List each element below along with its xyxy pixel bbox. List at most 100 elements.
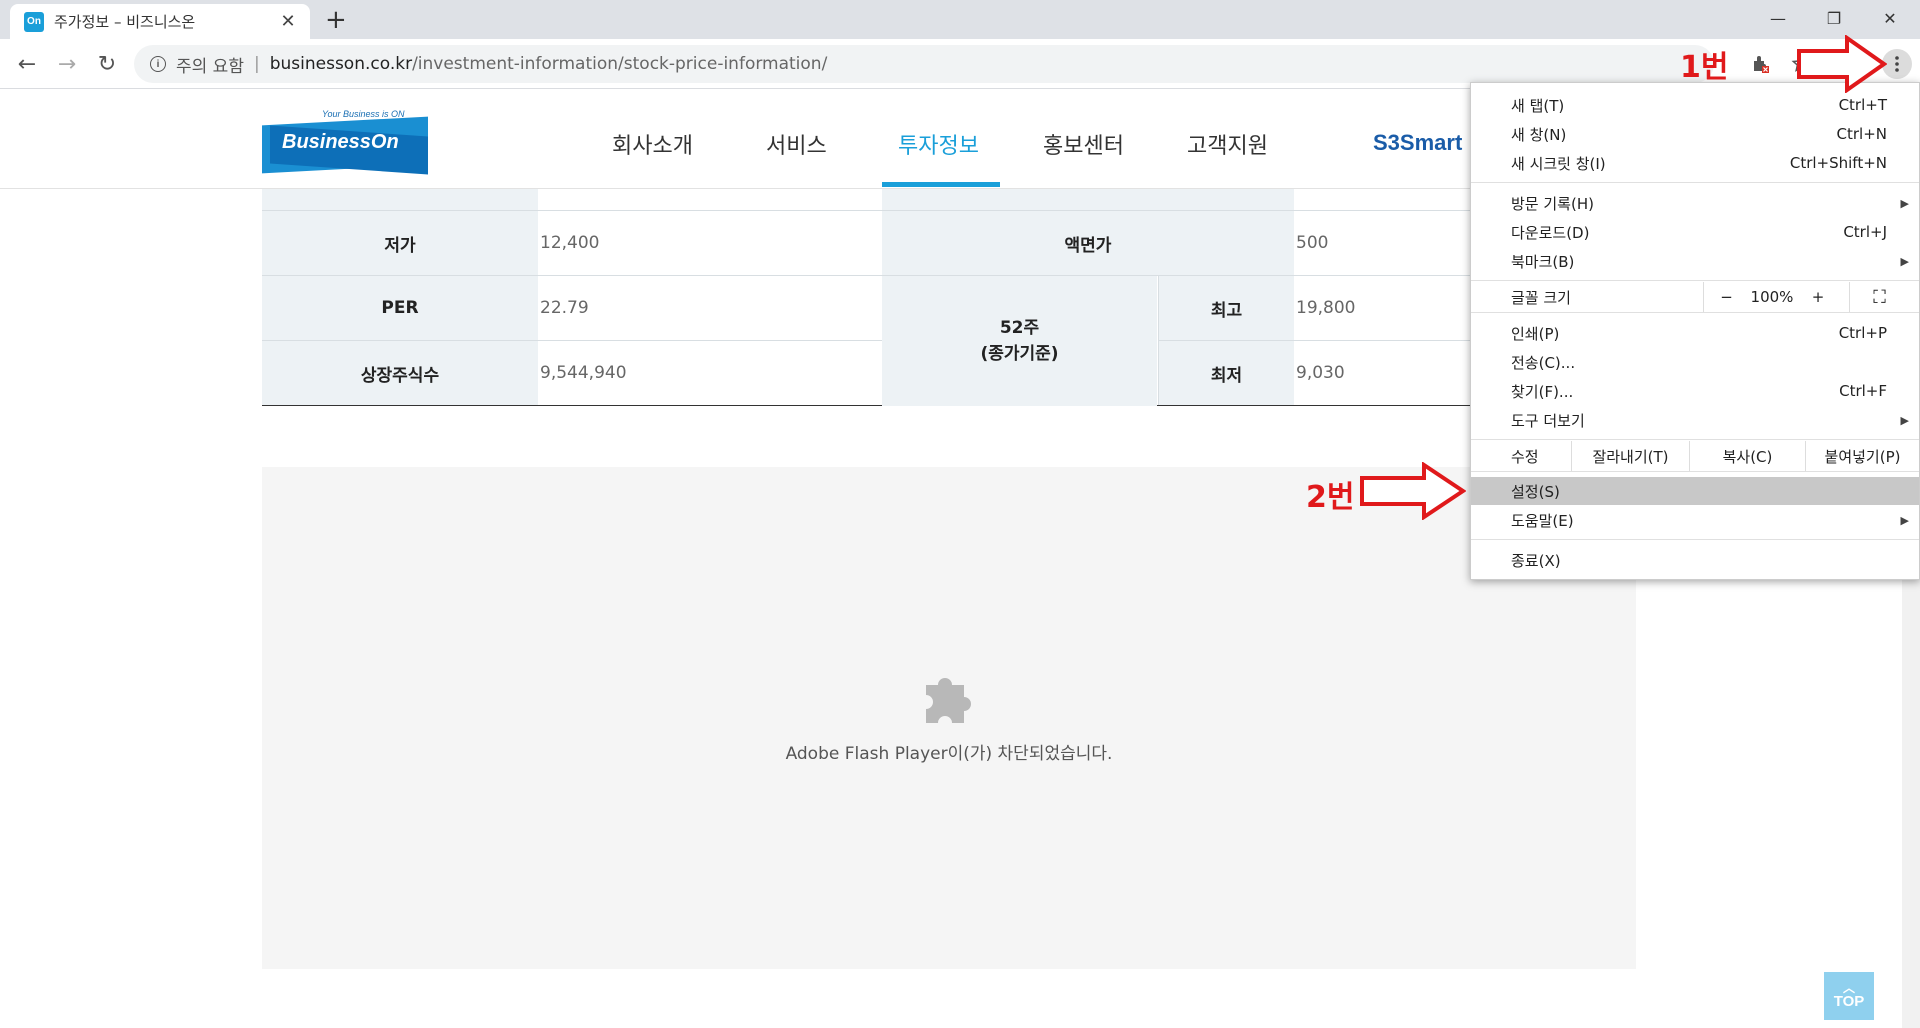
- table-header-cell: [262, 189, 538, 211]
- menu-item-new-tab[interactable]: 새 탭(T) Ctrl+T: [1471, 91, 1919, 119]
- per-label: PER: [262, 276, 538, 340]
- menu-separator: [1471, 439, 1919, 440]
- menu-item-label: 찾기(F)...: [1511, 382, 1574, 401]
- low-price-value: 12,400: [540, 233, 600, 253]
- week52-label-line1: 52주: [999, 318, 1040, 338]
- menu-item-settings[interactable]: 설정(S): [1471, 477, 1919, 505]
- menu-shortcut: Ctrl+Shift+N: [1789, 154, 1887, 172]
- minimize-button[interactable]: —: [1752, 0, 1804, 36]
- week52-label: 52주 (종가기준): [882, 276, 1157, 406]
- step1-annotation-label: 1번: [1680, 50, 1729, 85]
- stock-info-table: 저가 12,400 액면가 500 PER 22.79 52주 (종가기준) 최…: [262, 189, 1636, 406]
- submenu-arrow-icon: ▶: [1900, 413, 1909, 427]
- gnb-item-pr[interactable]: 홍보센터: [1043, 128, 1124, 160]
- menu-item-label: 방문 기록(H): [1511, 194, 1594, 213]
- new-tab-button[interactable]: +: [325, 6, 347, 34]
- menu-item-bookmarks[interactable]: 북마크(B) ▶: [1471, 247, 1919, 275]
- menu-item-incognito[interactable]: 새 시크릿 창(I) Ctrl+Shift+N: [1471, 149, 1919, 177]
- menu-item-cast[interactable]: 전송(C)...: [1471, 348, 1919, 376]
- reload-button[interactable]: ↻: [90, 47, 124, 81]
- submenu-arrow-icon: ▶: [1900, 513, 1909, 527]
- url-path: /investment-information/stock-price-info…: [412, 54, 828, 74]
- menu-item-downloads[interactable]: 다운로드(D) Ctrl+J: [1471, 218, 1919, 246]
- listed-shares-label: 상장주식수: [262, 341, 538, 405]
- week52-low-label: 최저: [1158, 341, 1294, 405]
- menu-item-print[interactable]: 인쇄(P) Ctrl+P: [1471, 319, 1919, 347]
- menu-item-more-tools[interactable]: 도구 더보기 ▶: [1471, 406, 1919, 434]
- paste-button[interactable]: 붙여넣기(P): [1805, 441, 1919, 471]
- zoom-level: 100%: [1750, 288, 1794, 306]
- menu-item-label: 도구 더보기: [1511, 411, 1585, 430]
- menu-separator: [1471, 312, 1919, 313]
- step1-arrow-icon: [1797, 35, 1887, 93]
- gnb-item-service[interactable]: 서비스: [766, 128, 827, 160]
- menu-item-label: 새 시크릿 창(I): [1511, 154, 1606, 173]
- gnb-item-company[interactable]: 회사소개: [612, 128, 693, 160]
- info-icon[interactable]: i: [150, 56, 166, 72]
- submenu-arrow-icon: ▶: [1900, 254, 1909, 268]
- menu-separator: [1471, 471, 1919, 472]
- menu-item-zoom: 글꼴 크기 − 100% + ⛶: [1471, 282, 1919, 312]
- menu-shortcut: Ctrl+P: [1838, 324, 1887, 342]
- tab-title: 주가정보 – 비즈니스온: [54, 13, 196, 31]
- flash-blocked-message: Adobe Flash Player이(가) 차단되었습니다.: [785, 744, 1113, 764]
- table-header-cell: [882, 189, 1294, 211]
- businesson-logo[interactable]: Your Business is ON BusinessOn: [262, 109, 428, 175]
- face-value-label: 액면가: [882, 211, 1294, 275]
- favicon-icon: On: [24, 11, 44, 32]
- security-label[interactable]: 주의 요함: [176, 52, 244, 77]
- menu-item-label: 새 탭(T): [1511, 96, 1565, 115]
- window-close-button[interactable]: ✕: [1864, 0, 1916, 36]
- menu-item-edit: 수정 잘라내기(T) 복사(C) 붙여넣기(P): [1471, 441, 1919, 471]
- flash-plugin-placeholder[interactable]: Adobe Flash Player이(가) 차단되었습니다.: [262, 467, 1636, 969]
- zoom-out-button[interactable]: −: [1703, 282, 1749, 312]
- scroll-top-button[interactable]: ︿ TOP: [1824, 972, 1874, 1020]
- copy-button[interactable]: 복사(C): [1689, 441, 1805, 471]
- menu-item-find[interactable]: 찾기(F)... Ctrl+F: [1471, 377, 1919, 405]
- menu-separator: [1471, 280, 1919, 281]
- tab-close-icon[interactable]: ✕: [278, 11, 298, 32]
- menu-item-label: 도움말(E): [1511, 511, 1574, 530]
- menu-item-help[interactable]: 도움말(E) ▶: [1471, 506, 1919, 534]
- plugin-puzzle-icon: [926, 678, 971, 723]
- zoom-in-button[interactable]: +: [1795, 282, 1841, 312]
- extension-blocked-icon[interactable]: [1750, 53, 1772, 75]
- week52-high-label: 최고: [1158, 276, 1294, 340]
- gnb-item-support[interactable]: 고객지원: [1187, 128, 1268, 160]
- tab-strip: On 주가정보 – 비즈니스온 ✕ + — ❐ ✕: [0, 0, 1920, 39]
- submenu-arrow-icon: ▶: [1900, 196, 1909, 210]
- cut-button[interactable]: 잘라내기(T): [1571, 441, 1689, 471]
- gnb-item-investment[interactable]: 투자정보: [898, 128, 979, 160]
- menu-shortcut: Ctrl+F: [1839, 382, 1887, 400]
- menu-item-history[interactable]: 방문 기록(H) ▶: [1471, 189, 1919, 217]
- partner-logo[interactable]: S3Smart: [1373, 130, 1462, 156]
- menu-item-label: 다운로드(D): [1511, 223, 1590, 242]
- menu-item-label: 새 창(N): [1511, 125, 1567, 144]
- menu-item-label: 북마크(B): [1511, 252, 1575, 271]
- menu-item-label: 종료(X): [1511, 551, 1561, 570]
- low-price-label: 저가: [262, 211, 538, 275]
- restore-button[interactable]: ❐: [1808, 0, 1860, 36]
- menu-separator: [1471, 182, 1919, 183]
- menu-shortcut: Ctrl+T: [1838, 96, 1887, 114]
- address-bar[interactable]: i 주의 요함 | businesson.co.kr/investment-in…: [134, 45, 1714, 83]
- menu-item-label: 설정(S): [1511, 482, 1560, 501]
- chevron-up-icon: ︿: [1842, 980, 1855, 995]
- step2-annotation-label: 2번: [1306, 480, 1355, 515]
- browser-tab[interactable]: On 주가정보 – 비즈니스온 ✕: [10, 4, 310, 39]
- menu-item-exit[interactable]: 종료(X): [1471, 546, 1919, 574]
- step2-arrow-icon: [1360, 462, 1466, 520]
- forward-button[interactable]: →: [50, 47, 84, 81]
- menu-item-label: 전송(C)...: [1511, 353, 1576, 372]
- logo-name: BusinessOn: [282, 131, 399, 153]
- back-button[interactable]: ←: [10, 47, 44, 81]
- menu-item-label: 수정: [1511, 447, 1539, 466]
- menu-separator: [1471, 539, 1919, 540]
- url-host: businesson.co.kr: [269, 54, 413, 74]
- per-value: 22.79: [540, 298, 589, 318]
- menu-item-label: 인쇄(P): [1511, 324, 1560, 343]
- fullscreen-icon[interactable]: ⛶: [1849, 282, 1909, 312]
- menu-item-new-window[interactable]: 새 창(N) Ctrl+N: [1471, 120, 1919, 148]
- active-tab-indicator: [882, 182, 1000, 187]
- address-separator: |: [253, 54, 260, 74]
